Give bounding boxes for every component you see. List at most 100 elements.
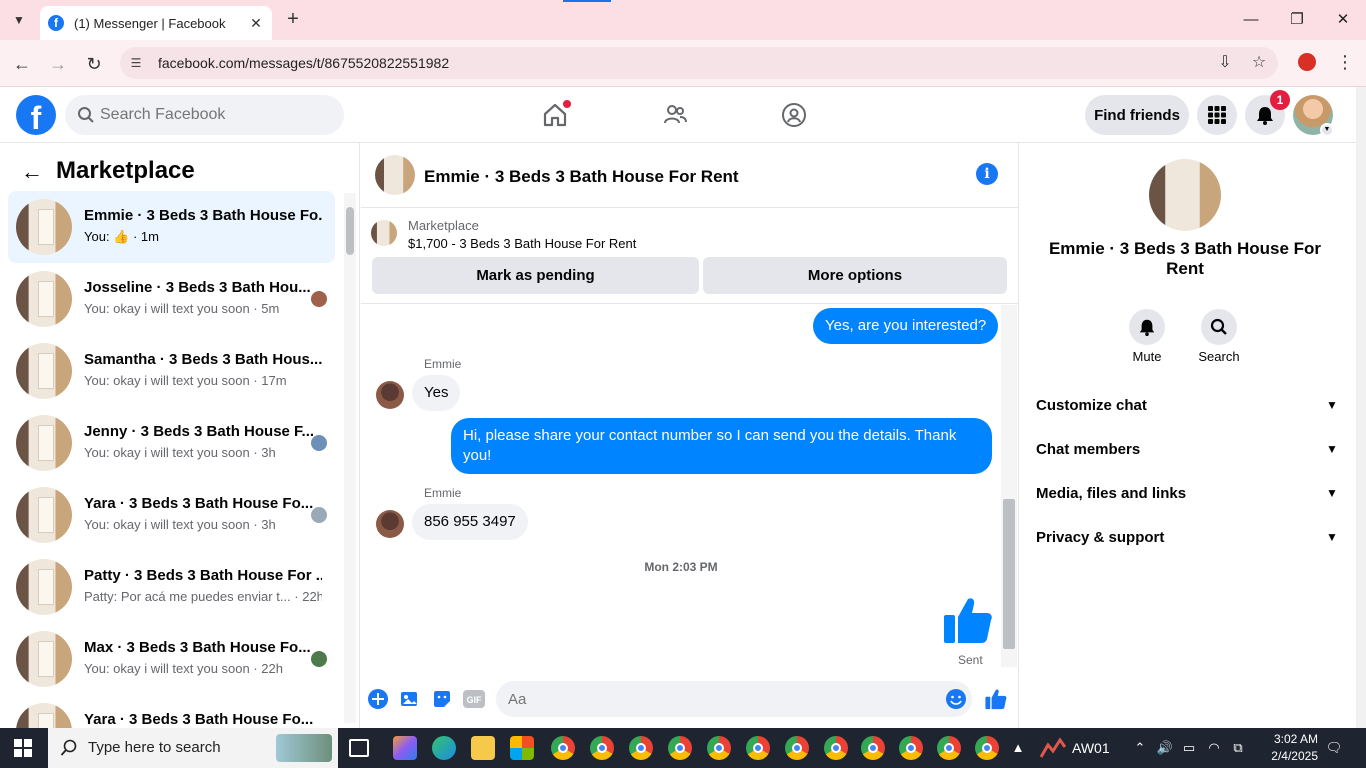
chrome-icon[interactable]: [629, 736, 653, 760]
sender-avatar[interactable]: [376, 510, 404, 538]
conversation-preview: You: okay i will text you soon · 5m: [84, 301, 280, 316]
find-friends-button[interactable]: Find friends: [1085, 95, 1189, 135]
tab-search-menu-icon[interactable]: ▼: [6, 8, 32, 32]
profile-icon[interactable]: [1298, 53, 1316, 71]
mute-button[interactable]: Mute: [1117, 309, 1177, 364]
volume-icon[interactable]: 🔊: [1155, 738, 1175, 758]
system-clock[interactable]: 3:02 AM 2/4/2025: [1258, 731, 1318, 765]
photo-icon[interactable]: [399, 688, 421, 710]
browser-tab[interactable]: f (1) Messenger | Facebook ✕: [40, 6, 272, 40]
chrome-icon[interactable]: [590, 736, 614, 760]
facebook-search[interactable]: [65, 95, 344, 135]
contact-avatar[interactable]: [1149, 159, 1221, 231]
forward-icon[interactable]: →: [46, 52, 70, 76]
conversation-list-scrollbar[interactable]: [344, 193, 356, 723]
more-options-button[interactable]: More options: [703, 257, 1007, 294]
taskbar-search[interactable]: Type here to search: [48, 728, 338, 768]
conversation-name: Emmie · 3 Beds 3 Bath House Fo...: [84, 207, 322, 224]
copilot-icon[interactable]: [393, 736, 417, 760]
device-icon[interactable]: ⧉: [1228, 738, 1248, 758]
section-label: Customize chat: [1036, 396, 1147, 414]
chrome-icon[interactable]: [551, 736, 575, 760]
chat-avatar[interactable]: [375, 155, 415, 195]
chrome-icon[interactable]: [899, 736, 923, 760]
sticker-icon[interactable]: [431, 688, 453, 710]
customize-chat-row[interactable]: Customize chat ▼: [1028, 383, 1342, 427]
task-view-icon[interactable]: [349, 739, 369, 757]
privacy-support-row[interactable]: Privacy & support ▼: [1028, 515, 1342, 559]
account-chevron-down-icon[interactable]: ▼: [1320, 123, 1334, 137]
reload-icon[interactable]: ↻: [82, 52, 106, 76]
notification-center-icon[interactable]: 🗨: [1324, 738, 1344, 758]
conversation-name: Yara · 3 Beds 3 Bath House Fo...: [84, 495, 314, 512]
site-info-icon[interactable]: ☰: [128, 55, 144, 71]
edge-icon[interactable]: [432, 736, 456, 760]
emoji-icon[interactable]: [945, 688, 967, 710]
menu-grid-icon[interactable]: [1197, 95, 1237, 135]
battery-icon[interactable]: ▭: [1179, 738, 1199, 758]
page-scrollbar[interactable]: [1356, 87, 1366, 728]
chrome-icon[interactable]: [707, 736, 731, 760]
back-icon[interactable]: ←: [10, 52, 34, 76]
message-scrollbar[interactable]: [1001, 305, 1017, 667]
new-tab-icon[interactable]: +: [282, 8, 304, 31]
close-window-icon[interactable]: ✕: [1328, 8, 1358, 32]
gif-icon[interactable]: GIF: [463, 688, 485, 710]
conversation-item[interactable]: Samantha · 3 Beds 3 Bath Hous... You: ok…: [8, 335, 335, 407]
media-files-links-row[interactable]: Media, files and links ▼: [1028, 471, 1342, 515]
file-explorer-icon[interactable]: [471, 736, 495, 760]
chrome-icon[interactable]: [937, 736, 961, 760]
listing-price-title[interactable]: $1,700 - 3 Beds 3 Bath House For Rent: [408, 236, 636, 251]
chevron-up-icon[interactable]: ▲: [1008, 738, 1028, 758]
search-conversation-button[interactable]: Search: [1189, 309, 1249, 364]
stock-chart-icon: [1040, 737, 1066, 758]
conversation-item[interactable]: Jenny · 3 Beds 3 Bath House F... You: ok…: [8, 407, 335, 479]
conversation-item[interactable]: Yara · 3 Beds 3 Bath House Fo... You: ok…: [8, 479, 335, 551]
windows-taskbar: Type here to search ▲ AW01 ⌃ 🔊 ▭ ◠ ⧉ 3:0…: [0, 728, 1366, 768]
install-app-icon[interactable]: ⇩: [1214, 53, 1236, 73]
conversation-item[interactable]: Josseline · 3 Beds 3 Bath Hou... You: ok…: [8, 263, 335, 335]
chrome-icon[interactable]: [668, 736, 692, 760]
back-arrow-icon[interactable]: ←: [20, 159, 44, 185]
minimize-icon[interactable]: —: [1236, 8, 1266, 32]
chat-members-row[interactable]: Chat members ▼: [1028, 427, 1342, 471]
conversation-item[interactable]: Yara · 3 Beds 3 Bath House Fo...: [8, 695, 335, 728]
sender-avatar[interactable]: [376, 381, 404, 409]
send-like-icon[interactable]: [985, 688, 1007, 710]
message-input[interactable]: [496, 681, 972, 717]
conversation-item[interactable]: Max · 3 Beds 3 Bath House Fo... You: oka…: [8, 623, 335, 695]
store-icon[interactable]: [510, 736, 534, 760]
facebook-search-input[interactable]: [100, 95, 330, 135]
chrome-icon[interactable]: [975, 736, 999, 760]
bookmark-star-icon[interactable]: ☆: [1248, 53, 1270, 73]
conversation-name: Yara · 3 Beds 3 Bath House Fo...: [84, 711, 314, 728]
browser-menu-icon[interactable]: ⋮: [1336, 52, 1354, 73]
facebook-logo-icon[interactable]: f: [16, 95, 56, 135]
friends-icon[interactable]: [659, 99, 691, 131]
wifi-icon[interactable]: ◠: [1204, 738, 1224, 758]
chevron-down-icon: ▼: [1326, 442, 1338, 456]
chat-title[interactable]: Emmie · 3 Beds 3 Bath House For Rent: [424, 167, 739, 187]
thumbs-up-icon: [944, 598, 992, 643]
svg-text:GIF: GIF: [467, 695, 483, 705]
chrome-icon[interactable]: [824, 736, 848, 760]
stock-ticker[interactable]: AW01: [1072, 740, 1110, 756]
chat-panel: Emmie · 3 Beds 3 Bath House For Rent i M…: [361, 143, 1019, 728]
address-bar[interactable]: ☰ facebook.com/messages/t/86755208225519…: [120, 47, 1278, 79]
chrome-icon[interactable]: [861, 736, 885, 760]
groups-icon[interactable]: [778, 99, 810, 131]
sender-name: Emmie: [424, 486, 462, 500]
search-icon: [78, 107, 94, 123]
show-hidden-icons-icon[interactable]: ⌃: [1130, 738, 1150, 758]
windows-start-icon[interactable]: [14, 739, 32, 757]
close-tab-icon[interactable]: ✕: [248, 15, 264, 32]
chrome-icon[interactable]: [746, 736, 770, 760]
chrome-icon[interactable]: [785, 736, 809, 760]
conversation-item[interactable]: Patty · 3 Beds 3 Bath House For ... Patt…: [8, 551, 335, 623]
info-icon[interactable]: i: [976, 163, 998, 185]
mark-as-pending-button[interactable]: Mark as pending: [372, 257, 699, 294]
conversation-item[interactable]: Emmie · 3 Beds 3 Bath House Fo... You: 👍…: [8, 191, 335, 263]
add-icon[interactable]: [367, 688, 389, 710]
sender-name: Emmie: [424, 357, 462, 371]
restore-icon[interactable]: ❐: [1282, 8, 1312, 32]
